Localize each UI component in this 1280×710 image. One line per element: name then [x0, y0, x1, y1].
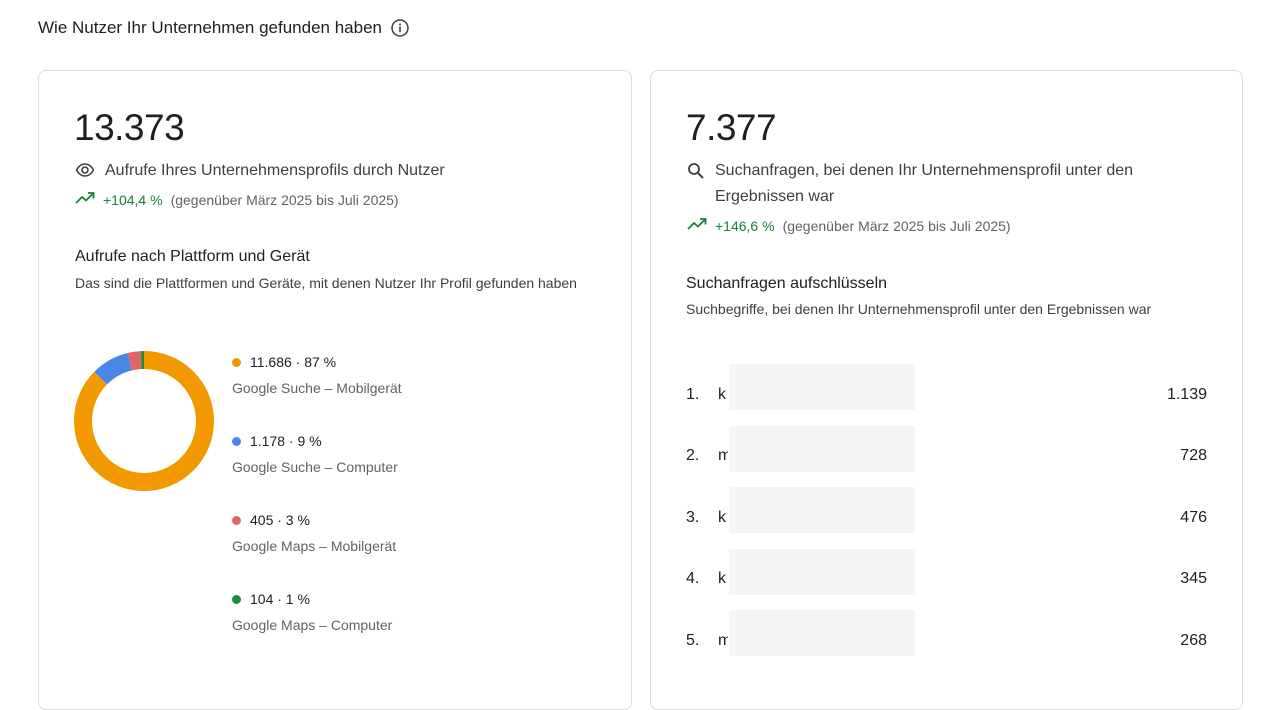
- views-card: 13.373 Aufrufe Ihres Unternehmensprofils…: [38, 70, 632, 710]
- info-icon[interactable]: [390, 18, 410, 38]
- legend-dot: [232, 357, 241, 367]
- platform-section-subtitle: Das sind die Plattformen und Geräte, mit…: [75, 275, 577, 291]
- query-list: 1. k 1.139 2. m 728 3. k 476 4. k 345 5.…: [686, 364, 1207, 672]
- query-rank: 2.: [686, 447, 700, 465]
- query-rank: 1.: [686, 385, 700, 403]
- views-trend-period: (gegenüber März 2025 bis Juli 2025): [170, 191, 399, 208]
- query-text: k: [718, 385, 726, 403]
- legend-dot: [232, 436, 241, 446]
- search-metric: Suchanfragen, bei denen Ihr Unternehmens…: [687, 158, 1207, 210]
- legend-item: 1.178 · 9 % Google Suche – Computer: [232, 433, 402, 512]
- query-count: 476: [1180, 508, 1207, 526]
- search-metric-label: Suchanfragen, bei denen Ihr Unternehmens…: [715, 162, 1134, 205]
- query-rank: 5.: [686, 631, 700, 649]
- search-trend-period: (gegenüber März 2025 bis Juli 2025): [782, 217, 1011, 234]
- queries-section-subtitle: Suchbegriffe, bei denen Ihr Unternehmens…: [686, 301, 1152, 317]
- donut-slice-0: [74, 351, 214, 491]
- search-card: 7.377 Suchanfragen, bei denen Ihr Untern…: [650, 70, 1243, 710]
- platform-legend: 11.686 · 87 % Google Suche – Mobilgerät …: [232, 354, 402, 670]
- query-row[interactable]: 2. m 728: [686, 425, 1207, 488]
- search-icon: [687, 158, 705, 189]
- views-metric-label: Aufrufe Ihres Unternehmensprofils durch …: [105, 162, 445, 179]
- trending-up-icon: [75, 191, 95, 208]
- page-title: Wie Nutzer Ihr Unternehmen gefunden habe…: [38, 18, 382, 37]
- query-text: k: [718, 570, 726, 588]
- query-count: 728: [1180, 447, 1207, 465]
- query-count: 268: [1180, 631, 1207, 649]
- legend-value: 405 · 3 %: [250, 512, 310, 528]
- query-row[interactable]: 1. k 1.139: [686, 364, 1207, 426]
- query-rank: 4.: [686, 570, 700, 588]
- queries-section-title: Suchanfragen aufschlüsseln: [686, 275, 888, 292]
- legend-item: 104 · 1 % Google Maps – Computer: [232, 591, 402, 670]
- legend-dot: [232, 594, 241, 604]
- views-trend-value: +104,4 %: [103, 191, 163, 208]
- legend-value: 11.686 · 87 %: [250, 354, 337, 370]
- legend-value: 104 · 1 %: [250, 591, 310, 607]
- query-row[interactable]: 3. k 476: [686, 487, 1207, 549]
- query-row[interactable]: 5. m 268: [686, 610, 1207, 672]
- query-row[interactable]: 4. k 345: [686, 548, 1207, 611]
- views-metric: Aufrufe Ihres Unternehmensprofils durch …: [75, 158, 445, 187]
- search-total: 7.377: [686, 107, 777, 148]
- query-text: k: [718, 508, 726, 526]
- legend-dot: [232, 515, 241, 525]
- views-trend: +104,4 % (gegenüber März 2025 bis Juli 2…: [75, 191, 399, 208]
- search-trend-value: +146,6 %: [715, 217, 775, 234]
- trending-up-icon: [687, 217, 707, 234]
- page-header: Wie Nutzer Ihr Unternehmen gefunden habe…: [38, 18, 410, 38]
- query-redaction: [729, 487, 915, 533]
- query-redaction: [729, 548, 915, 595]
- platform-section-title: Aufrufe nach Plattform und Gerät: [75, 248, 310, 265]
- search-trend: +146,6 % (gegenüber März 2025 bis Juli 2…: [687, 217, 1011, 234]
- legend-label: Google Suche – Computer: [232, 459, 398, 475]
- views-total: 13.373: [74, 107, 185, 148]
- legend-item: 405 · 3 % Google Maps – Mobilgerät: [232, 512, 402, 591]
- legend-label: Google Suche – Mobilgerät: [232, 380, 402, 396]
- query-text: m: [718, 447, 728, 465]
- query-redaction: [729, 610, 915, 656]
- legend-value: 1.178 · 9 %: [250, 433, 322, 449]
- query-redaction: [729, 364, 915, 410]
- query-count: 1.139: [1166, 385, 1207, 403]
- legend-item: 11.686 · 87 % Google Suche – Mobilgerät: [232, 354, 402, 433]
- query-rank: 3.: [686, 508, 700, 526]
- query-text: m: [718, 631, 728, 649]
- legend-label: Google Maps – Mobilgerät: [232, 538, 397, 554]
- query-redaction: [729, 425, 915, 472]
- query-count: 345: [1180, 570, 1207, 588]
- legend-label: Google Maps – Computer: [232, 617, 393, 633]
- platform-donut-chart: [74, 351, 214, 491]
- eye-icon: [75, 158, 95, 187]
